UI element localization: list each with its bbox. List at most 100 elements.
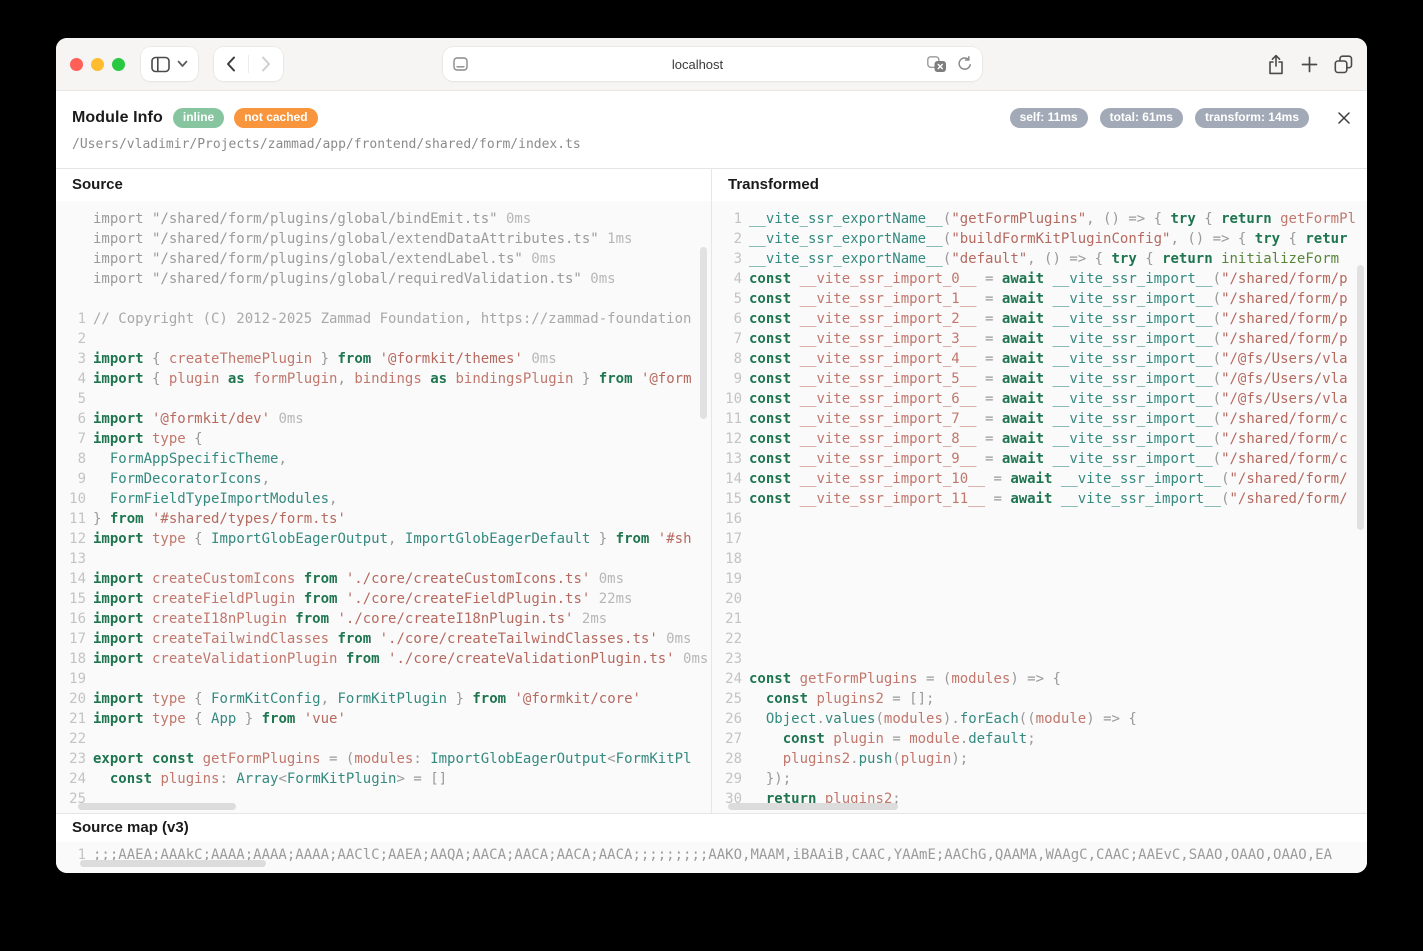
code-line: 10const __vite_ssr_import_6__ = await __… bbox=[714, 389, 1367, 409]
back-button[interactable] bbox=[214, 47, 248, 81]
line-number: 19 bbox=[58, 669, 86, 689]
address-bar[interactable]: localhost bbox=[443, 47, 982, 81]
tabs-icon bbox=[1334, 55, 1353, 74]
nav-buttons bbox=[214, 47, 283, 81]
line-number: 10 bbox=[714, 389, 742, 409]
line-number bbox=[58, 289, 86, 309]
code-line: 18 bbox=[714, 549, 1367, 569]
code-line: 3__vite_ssr_exportName__("default", () =… bbox=[714, 249, 1367, 269]
code-line: 17 bbox=[714, 529, 1367, 549]
window-controls bbox=[70, 58, 125, 71]
line-number: 21 bbox=[714, 609, 742, 629]
code-line: 21 bbox=[714, 609, 1367, 629]
module-file-path: /Users/vladimir/Projects/zammad/app/fron… bbox=[72, 137, 1351, 152]
line-number: 21 bbox=[58, 709, 86, 729]
translate-icon[interactable] bbox=[927, 56, 947, 73]
code-line: 9const __vite_ssr_import_5__ = await __v… bbox=[714, 369, 1367, 389]
close-icon bbox=[1337, 111, 1351, 125]
code-line: 9 FormDecoratorIcons, bbox=[58, 469, 711, 489]
code-line: 14const __vite_ssr_import_10__ = await _… bbox=[714, 469, 1367, 489]
line-number: 12 bbox=[714, 429, 742, 449]
page-title: Module Info bbox=[72, 109, 163, 127]
self-time-badge: self: 11ms bbox=[1010, 108, 1088, 128]
line-number: 17 bbox=[58, 629, 86, 649]
chevron-down-icon[interactable] bbox=[177, 60, 188, 68]
module-info-header: Module Info inline not cached self: 11ms… bbox=[56, 91, 1367, 168]
not-cached-badge: not cached bbox=[234, 108, 317, 128]
inline-badge: inline bbox=[173, 108, 224, 128]
line-number: 13 bbox=[714, 449, 742, 469]
chevron-right-icon bbox=[261, 56, 271, 72]
code-line: 7const __vite_ssr_import_3__ = await __v… bbox=[714, 329, 1367, 349]
line-number: 22 bbox=[714, 629, 742, 649]
close-window-button[interactable] bbox=[70, 58, 83, 71]
code-line: 21import type { App } from 'vue' bbox=[58, 709, 711, 729]
code-line: 19 bbox=[58, 669, 711, 689]
line-number: 23 bbox=[58, 749, 86, 769]
line-number: 4 bbox=[714, 269, 742, 289]
line-number: 13 bbox=[58, 549, 86, 569]
transformed-code-view: 1__vite_ssr_exportName__("getFormPlugins… bbox=[712, 201, 1367, 813]
line-number: 26 bbox=[714, 709, 742, 729]
zoom-window-button[interactable] bbox=[112, 58, 125, 71]
code-line: 12const __vite_ssr_import_8__ = await __… bbox=[714, 429, 1367, 449]
share-button[interactable] bbox=[1267, 54, 1285, 75]
plus-icon bbox=[1301, 56, 1318, 73]
code-line: 1// Copyright (C) 2012-2025 Zammad Found… bbox=[58, 309, 711, 329]
toolbar-right bbox=[1267, 54, 1353, 75]
reload-icon[interactable] bbox=[956, 56, 972, 72]
code-line: 16 bbox=[714, 509, 1367, 529]
line-number: 7 bbox=[714, 329, 742, 349]
line-number: 27 bbox=[714, 729, 742, 749]
line-number: 22 bbox=[58, 729, 86, 749]
line-number: 16 bbox=[58, 609, 86, 629]
page-settings-icon[interactable] bbox=[453, 57, 468, 71]
code-line: import "/shared/form/plugins/global/bind… bbox=[58, 209, 711, 229]
share-icon bbox=[1267, 54, 1285, 75]
code-line: 6import '@formkit/dev' 0ms bbox=[58, 409, 711, 429]
line-number: 3 bbox=[58, 349, 86, 369]
code-line: 13const __vite_ssr_import_9__ = await __… bbox=[714, 449, 1367, 469]
code-line: 25 const plugins2 = []; bbox=[714, 689, 1367, 709]
line-number: 11 bbox=[714, 409, 742, 429]
transformed-vertical-scrollbar[interactable] bbox=[1357, 265, 1364, 530]
new-tab-button[interactable] bbox=[1301, 56, 1318, 73]
line-number: 5 bbox=[58, 389, 86, 409]
transformed-horizontal-scrollbar[interactable] bbox=[728, 803, 898, 810]
line-number: 9 bbox=[714, 369, 742, 389]
line-number: 25 bbox=[714, 689, 742, 709]
line-number: 29 bbox=[714, 769, 742, 789]
code-line: 2 bbox=[58, 329, 711, 349]
code-line: 19 bbox=[714, 569, 1367, 589]
line-number: 15 bbox=[714, 489, 742, 509]
url-text[interactable]: localhost bbox=[468, 57, 927, 72]
code-line: 10 FormFieldTypeImportModules, bbox=[58, 489, 711, 509]
source-vertical-scrollbar[interactable] bbox=[700, 247, 707, 419]
tab-overview-button[interactable] bbox=[1334, 55, 1353, 74]
transformed-pane-title: Transformed bbox=[712, 169, 1367, 201]
code-line: 15const __vite_ssr_import_11__ = await _… bbox=[714, 489, 1367, 509]
line-number: 17 bbox=[714, 529, 742, 549]
code-line: 4import { plugin as formPlugin, bindings… bbox=[58, 369, 711, 389]
code-line: 11} from '#shared/types/form.ts' bbox=[58, 509, 711, 529]
forward-button[interactable] bbox=[249, 47, 283, 81]
line-number: 18 bbox=[714, 549, 742, 569]
sidebar-toggle-group[interactable] bbox=[141, 47, 198, 81]
transform-time-badge: transform: 14ms bbox=[1195, 108, 1309, 128]
line-number: 1 bbox=[58, 309, 86, 329]
code-line bbox=[58, 289, 711, 309]
code-line: 3import { createThemePlugin } from '@for… bbox=[58, 349, 711, 369]
line-number bbox=[58, 229, 86, 249]
line-number: 11 bbox=[58, 509, 86, 529]
source-code-view: import "/shared/form/plugins/global/bind… bbox=[56, 201, 711, 813]
line-number: 24 bbox=[714, 669, 742, 689]
sidebar-icon[interactable] bbox=[151, 56, 170, 73]
source-horizontal-scrollbar[interactable] bbox=[78, 803, 236, 810]
sourcemap-horizontal-scrollbar[interactable] bbox=[80, 860, 266, 867]
line-number: 10 bbox=[58, 489, 86, 509]
sourcemap-section: Source map (v3) 1;;;AAEA;AAAkC;AAAA;AAAA… bbox=[56, 813, 1367, 873]
minimize-window-button[interactable] bbox=[91, 58, 104, 71]
close-panel-button[interactable] bbox=[1337, 111, 1351, 125]
line-number: 23 bbox=[714, 649, 742, 669]
line-number: 28 bbox=[714, 749, 742, 769]
